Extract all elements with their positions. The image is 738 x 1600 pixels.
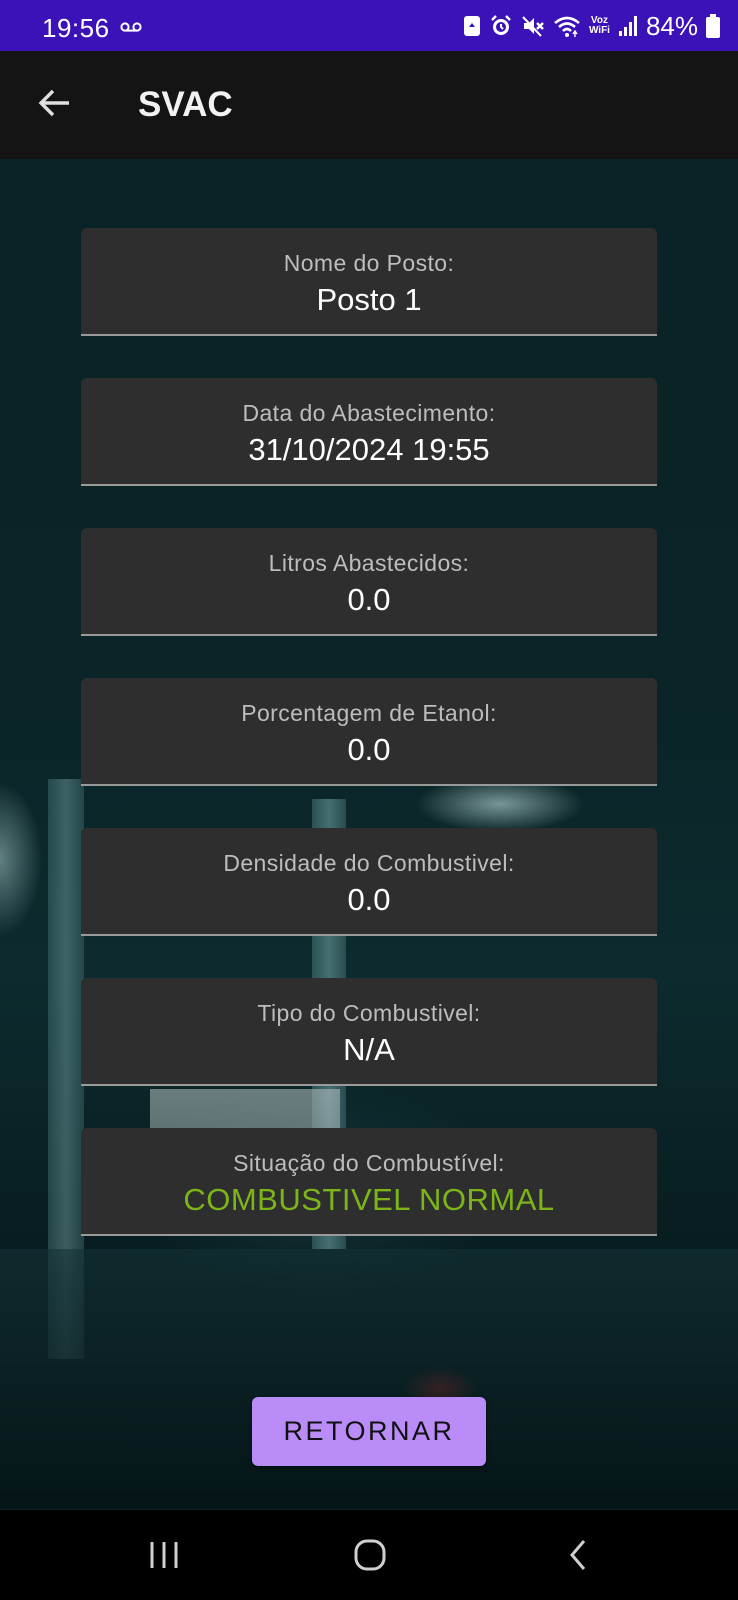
- system-nav-bar: [0, 1510, 738, 1600]
- home-button[interactable]: [340, 1532, 400, 1578]
- vowifi-icon: Voz WiFi: [589, 16, 610, 36]
- field-card-fuel-status: Situação do Combustível: COMBUSTIVEL NOR…: [81, 1128, 657, 1236]
- field-label: Nome do Posto:: [283, 250, 455, 276]
- signal-icon: [618, 16, 637, 36]
- field-value: 0.0: [347, 882, 391, 917]
- home-icon: [354, 1539, 386, 1571]
- alarm-icon: [491, 15, 511, 35]
- field-card-liters: Litros Abastecidos: 0.0: [81, 528, 657, 636]
- recent-apps-button[interactable]: [134, 1532, 194, 1578]
- field-value: 0.0: [347, 732, 391, 767]
- page-title: SVAC: [138, 85, 233, 124]
- field-label: Densidade do Combustivel:: [223, 850, 515, 876]
- field-card-density: Densidade do Combustivel: 0.0: [81, 828, 657, 936]
- field-value: N/A: [343, 1032, 395, 1067]
- nav-back-button[interactable]: [548, 1532, 608, 1578]
- background-floor: [0, 1249, 738, 1509]
- field-value: Posto 1: [316, 282, 422, 317]
- field-card-ethanol-percent: Porcentagem de Etanol: 0.0: [81, 678, 657, 786]
- fuel-status-value: COMBUSTIVEL NORMAL: [183, 1182, 555, 1217]
- status-bar: 19:56 Voz WiFi 84%: [0, 0, 738, 51]
- field-card-fuel-type: Tipo do Combustivel: N/A: [81, 978, 657, 1086]
- field-label: Situação do Combustível:: [233, 1150, 505, 1176]
- field-label: Litros Abastecidos:: [268, 550, 470, 576]
- app-bar: SVAC: [0, 51, 738, 159]
- mute-icon: [522, 16, 544, 37]
- status-icons: Voz WiFi 84%: [463, 11, 720, 41]
- wifi-icon: [554, 16, 580, 37]
- vowifi-label-bottom: WiFi: [588, 25, 610, 36]
- back-icon: [570, 1540, 586, 1570]
- battery-icon: [706, 14, 720, 38]
- back-button[interactable]: [26, 75, 82, 131]
- field-label: Data do Abastecimento:: [242, 400, 496, 426]
- return-button[interactable]: RETORNAR: [252, 1397, 486, 1466]
- field-card-station-name: Nome do Posto: Posto 1: [81, 228, 657, 336]
- arrow-left-icon: [38, 89, 69, 117]
- field-value: 31/10/2024 19:55: [248, 432, 490, 467]
- screenshot-icon: [463, 16, 480, 36]
- field-card-fuel-date: Data do Abastecimento: 31/10/2024 19:55: [81, 378, 657, 486]
- field-label: Tipo do Combustivel:: [257, 1000, 481, 1026]
- battery-percent: 84%: [645, 10, 698, 41]
- recent-apps-icon: [150, 1542, 178, 1568]
- voicemail-icon: [120, 22, 142, 32]
- field-value: 0.0: [347, 582, 391, 617]
- field-label: Porcentagem de Etanol:: [241, 700, 497, 726]
- status-time: 19:56: [42, 13, 110, 43]
